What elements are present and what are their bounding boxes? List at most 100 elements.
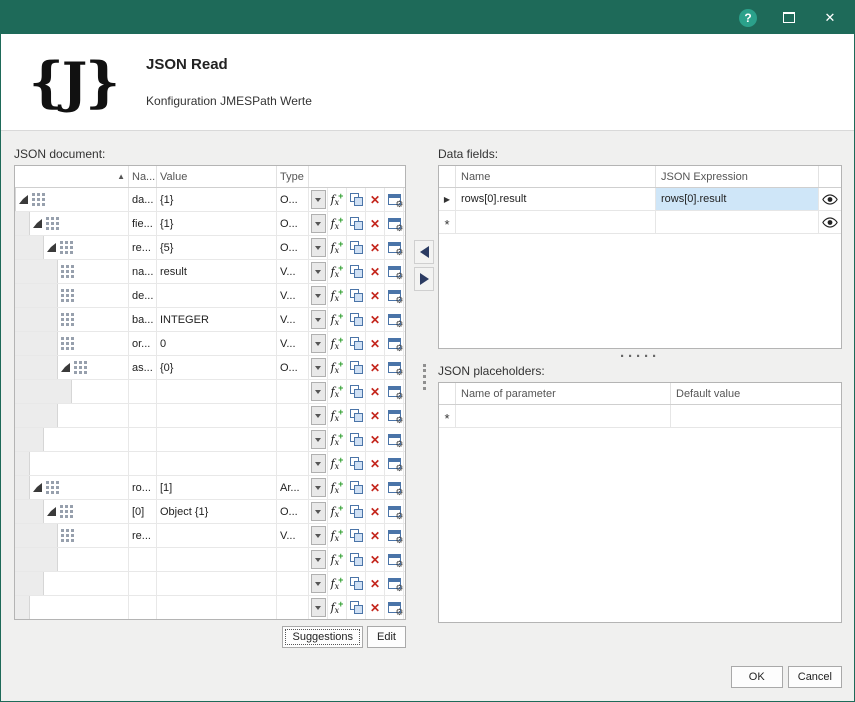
maximize-button[interactable] xyxy=(779,8,799,28)
delete-node-button[interactable]: ✕ xyxy=(366,404,385,427)
value-dropdown-button[interactable] xyxy=(309,572,328,595)
cancel-button[interactable]: Cancel xyxy=(788,666,842,688)
node-settings-button[interactable]: ⚙ xyxy=(385,404,404,427)
horizontal-splitter-handle[interactable]: ····· xyxy=(438,352,842,362)
node-name-cell[interactable]: re... xyxy=(129,524,157,547)
move-right-button[interactable] xyxy=(414,267,434,291)
delete-node-button[interactable]: ✕ xyxy=(366,284,385,307)
node-value-cell[interactable] xyxy=(157,380,277,403)
copy-node-button[interactable] xyxy=(347,428,366,451)
node-name-cell[interactable]: na... xyxy=(129,260,157,283)
drag-handle-icon[interactable] xyxy=(61,337,74,350)
value-dropdown-button[interactable] xyxy=(309,380,328,403)
column-header-type[interactable]: Type xyxy=(277,166,309,187)
formula-add-button[interactable]: fx+ xyxy=(328,572,347,595)
copy-node-button[interactable] xyxy=(347,596,366,619)
delete-node-button[interactable]: ✕ xyxy=(366,188,385,211)
delete-node-button[interactable]: ✕ xyxy=(366,212,385,235)
node-value-cell[interactable] xyxy=(157,404,277,427)
node-type-cell[interactable]: V... xyxy=(277,332,309,355)
move-left-button[interactable] xyxy=(414,240,434,264)
node-settings-button[interactable]: ⚙ xyxy=(385,524,404,547)
node-settings-button[interactable]: ⚙ xyxy=(385,548,404,571)
node-name-cell[interactable] xyxy=(129,452,157,475)
node-type-cell[interactable]: O... xyxy=(277,212,309,235)
data-field-row[interactable]: ▶rows[0].resultrows[0].result xyxy=(439,188,841,211)
node-name-cell[interactable]: re... xyxy=(129,236,157,259)
delete-node-button[interactable]: ✕ xyxy=(366,548,385,571)
node-name-cell[interactable] xyxy=(129,380,157,403)
node-value-cell[interactable]: 0 xyxy=(157,332,277,355)
parameter-name-cell[interactable] xyxy=(456,405,671,427)
node-type-cell[interactable]: O... xyxy=(277,188,309,211)
tree-row[interactable]: as...{0}O...fx+✕⚙ xyxy=(15,356,405,380)
tree-row[interactable]: fx+✕⚙ xyxy=(15,452,405,476)
tree-row[interactable]: na...resultV...fx+✕⚙ xyxy=(15,260,405,284)
value-dropdown-button[interactable] xyxy=(309,452,328,475)
drag-handle-icon[interactable] xyxy=(60,505,73,518)
copy-node-button[interactable] xyxy=(347,260,366,283)
node-name-cell[interactable] xyxy=(129,572,157,595)
expander-icon[interactable] xyxy=(47,507,56,516)
node-type-cell[interactable] xyxy=(277,380,309,403)
formula-add-button[interactable]: fx+ xyxy=(328,476,347,499)
copy-node-button[interactable] xyxy=(347,572,366,595)
node-value-cell[interactable]: {0} xyxy=(157,356,277,379)
expander-icon[interactable] xyxy=(33,219,42,228)
expander-icon[interactable] xyxy=(61,363,70,372)
tree-row[interactable]: or...0V...fx+✕⚙ xyxy=(15,332,405,356)
node-value-cell[interactable]: result xyxy=(157,260,277,283)
value-dropdown-button[interactable] xyxy=(309,596,328,619)
node-name-cell[interactable]: ba... xyxy=(129,308,157,331)
copy-node-button[interactable] xyxy=(347,308,366,331)
node-value-cell[interactable]: {5} xyxy=(157,236,277,259)
expander-icon[interactable] xyxy=(33,483,42,492)
default-value-cell[interactable] xyxy=(671,405,841,427)
copy-node-button[interactable] xyxy=(347,548,366,571)
node-value-cell[interactable] xyxy=(157,524,277,547)
column-header-parameter-name[interactable]: Name of parameter xyxy=(456,383,671,404)
drag-handle-icon[interactable] xyxy=(74,361,87,374)
column-header-default-value[interactable]: Default value xyxy=(671,383,841,404)
drag-handle-icon[interactable] xyxy=(61,265,74,278)
node-settings-button[interactable]: ⚙ xyxy=(385,380,404,403)
node-type-cell[interactable] xyxy=(277,548,309,571)
drag-handle-icon[interactable] xyxy=(61,313,74,326)
tree-row[interactable]: de...V...fx+✕⚙ xyxy=(15,284,405,308)
formula-add-button[interactable]: fx+ xyxy=(328,284,347,307)
delete-node-button[interactable]: ✕ xyxy=(366,524,385,547)
node-type-cell[interactable]: V... xyxy=(277,260,309,283)
formula-add-button[interactable]: fx+ xyxy=(328,236,347,259)
help-button[interactable]: ? xyxy=(738,8,758,28)
delete-node-button[interactable]: ✕ xyxy=(366,308,385,331)
copy-node-button[interactable] xyxy=(347,404,366,427)
value-dropdown-button[interactable] xyxy=(309,476,328,499)
node-name-cell[interactable] xyxy=(129,596,157,619)
copy-node-button[interactable] xyxy=(347,212,366,235)
value-dropdown-button[interactable] xyxy=(309,260,328,283)
data-field-row[interactable]: * xyxy=(439,211,841,234)
tree-row[interactable]: re...{5}O...fx+✕⚙ xyxy=(15,236,405,260)
delete-node-button[interactable]: ✕ xyxy=(366,380,385,403)
formula-add-button[interactable]: fx+ xyxy=(328,212,347,235)
tree-row[interactable]: ro...[1]Ar...fx+✕⚙ xyxy=(15,476,405,500)
delete-node-button[interactable]: ✕ xyxy=(366,452,385,475)
field-name-cell[interactable]: rows[0].result xyxy=(456,188,656,210)
node-settings-button[interactable]: ⚙ xyxy=(385,260,404,283)
node-name-cell[interactable]: de... xyxy=(129,284,157,307)
formula-add-button[interactable]: fx+ xyxy=(328,500,347,523)
value-dropdown-button[interactable] xyxy=(309,524,328,547)
drag-handle-icon[interactable] xyxy=(61,529,74,542)
tree-row[interactable]: fie...{1}O...fx+✕⚙ xyxy=(15,212,405,236)
formula-add-button[interactable]: fx+ xyxy=(328,596,347,619)
copy-node-button[interactable] xyxy=(347,284,366,307)
node-settings-button[interactable]: ⚙ xyxy=(385,236,404,259)
node-name-cell[interactable] xyxy=(129,404,157,427)
node-name-cell[interactable]: as... xyxy=(129,356,157,379)
placeholder-row[interactable]: * xyxy=(439,405,841,428)
column-header-name[interactable]: Na... xyxy=(129,166,157,187)
formula-add-button[interactable]: fx+ xyxy=(328,332,347,355)
formula-add-button[interactable]: fx+ xyxy=(328,452,347,475)
vertical-splitter-handle[interactable] xyxy=(423,364,426,390)
node-type-cell[interactable] xyxy=(277,596,309,619)
